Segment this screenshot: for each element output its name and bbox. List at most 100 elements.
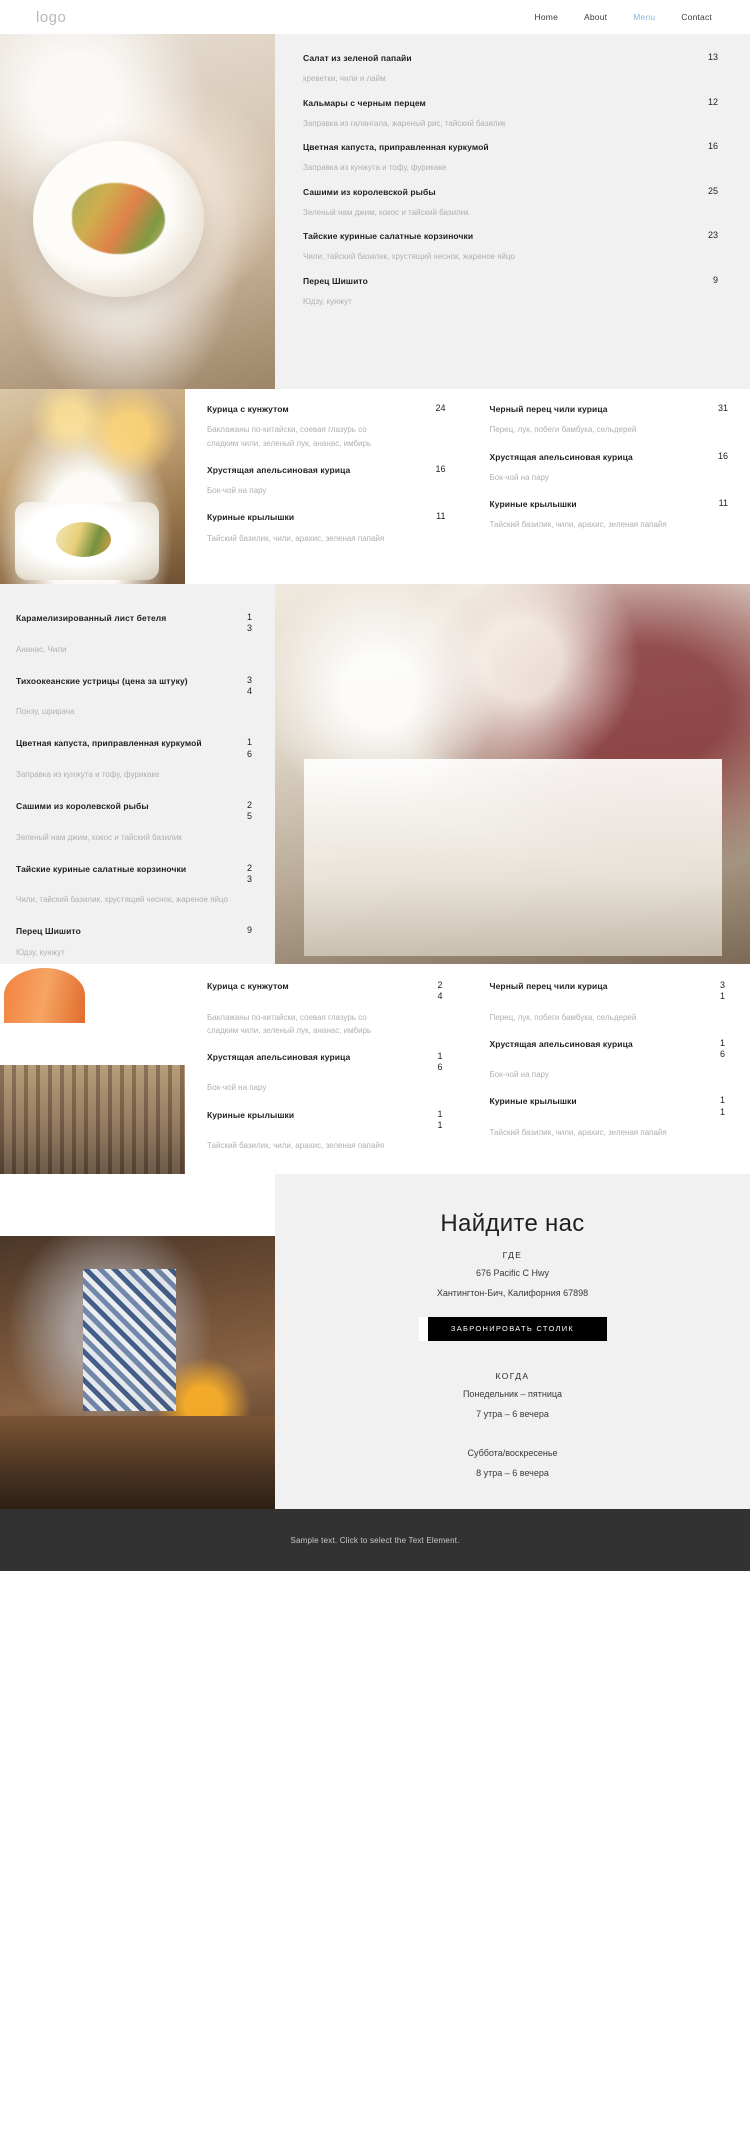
menu-list-raw-bar: Карамелизированный лист бетеля 13 Ананас… [0, 584, 275, 964]
menu-item[interactable]: Тайские куриные салатные корзиночки 23 Ч… [303, 230, 718, 264]
menu-item-head: Сашими из королевской рыбы 25 [16, 800, 253, 823]
menu-item-description: Перец, лук, побеги бамбука, сельдерей [489, 425, 637, 435]
menu-item[interactable]: Тайские куриные салатные корзиночки 23 Ч… [16, 863, 253, 907]
menu-item[interactable]: Тихоокеанские устрицы (цена за штуку) 34… [16, 675, 253, 719]
menu-item-name: Цветная капуста, приправленная куркумой [303, 142, 489, 152]
menu-item[interactable]: Хрустящая апельсиновая курица 16 Бок-чой… [490, 1038, 727, 1082]
menu-item[interactable]: Куриные крылышки 11 Тайский базилик, чил… [207, 511, 446, 545]
menu-item[interactable]: Кальмары с черным перцем 12 Заправка из … [303, 97, 718, 131]
menu-item-head: Хрустящая апельсиновая курица 16 [490, 451, 729, 463]
menu-item[interactable]: Хрустящая апельсиновая курица 16 Бок-чой… [490, 451, 729, 485]
menu-item[interactable]: Карамелизированный лист бетеля 13 Ананас… [16, 612, 253, 656]
menu-item-description: Заправка из кунжута и тофу, фурикаке [16, 769, 160, 779]
weekend-days: Суббота/воскресенье [467, 1447, 558, 1458]
menu-item-head: Черный перец чили курица 31 [490, 980, 727, 1003]
menu-item-price: 23 [707, 230, 718, 240]
menu-item-name: Салат из зеленой папайи [303, 53, 412, 63]
menu-item-description: Тайский базилик, чили, арахис, зеленая п… [207, 1141, 385, 1151]
address-line-1: 676 Pacific C Hwy [475, 1268, 550, 1278]
menu-item-head: Тайские куриные салатные корзиночки 23 [16, 863, 253, 886]
menu-item[interactable]: Цветная капуста, приправленная куркумой … [303, 141, 718, 175]
menu-item-name: Сашими из королевской рыбы [16, 801, 149, 812]
menu-item-head: Куриные крылышки 11 [207, 1109, 444, 1132]
photo-dining-table [0, 34, 275, 389]
nav-item-contact[interactable]: Contact [681, 12, 712, 22]
menu-section-starters: Салат из зеленой папайи 13 креветки, чил… [0, 34, 750, 389]
menu-item-head: Курица с кунжутом 24 [207, 403, 446, 415]
menu-item-price: 13 [707, 52, 718, 62]
menu-item-description: Заправка из галангала, жареный рис, тайс… [303, 118, 506, 128]
menu-item-price: 31 [720, 980, 726, 1002]
photo-bartender-serving [0, 1236, 275, 1509]
weekend-hours-block: Суббота/воскресенье 8 утра – 6 вечера [467, 1440, 557, 1481]
menu-item-price: 16 [707, 141, 718, 151]
menu-item[interactable]: Курица с кунжутом 24 Баклажаны по-китайс… [207, 403, 446, 450]
menu-list-starters: Салат из зеленой папайи 13 креветки, чил… [275, 34, 750, 389]
footer-sample-text[interactable]: Sample text. Click to select the Text El… [290, 1536, 459, 1545]
menu-item-head: Тайские куриные салатные корзиночки 23 [303, 230, 718, 242]
menu-item[interactable]: Салат из зеленой папайи 13 креветки, чил… [303, 52, 718, 86]
weekend-hours: 8 утра – 6 вечера [476, 1467, 549, 1478]
menu-item-head: Кальмары с черным перцем 12 [303, 97, 718, 109]
menu-item[interactable]: Черный перец чили курица 31 Перец, лук, … [490, 403, 729, 437]
menu-item-price: 11 [718, 498, 728, 508]
menu-item[interactable]: Черный перец чили курица 31 Перец, лук, … [490, 980, 727, 1024]
menu-item-head: Карамелизированный лист бетеля 13 [16, 612, 253, 635]
menu-item-description: Чили, тайский базилик, хрустящий чеснок,… [16, 895, 228, 905]
book-table-button[interactable]: ЗАБРОНИРОВАТЬ СТОЛИК [418, 1316, 607, 1341]
menu-item[interactable]: Сашими из королевской рыбы 25 Зеленый на… [303, 186, 718, 220]
menu-item[interactable]: Куриные крылышки 11 Тайский базилик, чил… [490, 498, 729, 532]
menu-item-head: Куриные крылышки 11 [490, 498, 729, 510]
menu-item[interactable]: Хрустящая апельсиновая курица 16 Бок-чой… [207, 1051, 444, 1095]
menu-item-name: Куриные крылышки [207, 1109, 295, 1120]
menu-item-name: Тихоокеанские устрицы (цена за штуку) [16, 675, 188, 686]
menu-item-price: 16 [720, 1037, 726, 1059]
menu-item-head: Черный перец чили курица 31 [490, 403, 729, 415]
menu-item-description: Зеленый нам джим, кокос и тайский базили… [303, 207, 469, 217]
menu-item-description: Баклажаны по-китайски, соевая глазурь со… [207, 425, 372, 448]
menu-item-head: Перец Шишито 9 [16, 925, 253, 937]
menu-item[interactable]: Курица с кунжутом 24 Баклажаны по-китайс… [207, 980, 444, 1037]
photo-beer-table [0, 389, 185, 584]
menu-item-name: Куриные крылышки [207, 512, 295, 523]
menu-item-head: Хрустящая апельсиновая курица 16 [207, 464, 446, 476]
photo-patio-terrace [0, 964, 185, 1174]
menu-item[interactable]: Куриные крылышки 11 Тайский базилик, чил… [207, 1109, 444, 1153]
menu-item-description: креветки, чили и лайм [303, 74, 386, 84]
menu-item[interactable]: Перец Шишито 9 Юдзу, кунжут [16, 925, 253, 959]
site-footer: Sample text. Click to select the Text El… [0, 1509, 750, 1571]
menu-item-price: 16 [717, 450, 728, 461]
menu-item[interactable]: Сашими из королевской рыбы 25 Зеленый на… [16, 800, 253, 844]
site-header: logo Home About Menu Contact [0, 0, 750, 34]
menu-item-price: 25 [707, 185, 718, 196]
menu-item-price: 16 [435, 463, 446, 474]
menu-item-head: Хрустящая апельсиновая курица 16 [490, 1038, 727, 1061]
menu-item-description: Чили, тайский базилик, хрустящий чеснок,… [303, 252, 515, 262]
menu-item[interactable]: Перец Шишито 9 Юдзу, кунжут [303, 275, 718, 309]
menu-item-description: Тайский базилик, чили, арахис, зеленая п… [207, 533, 385, 543]
menu-item-head: Курица с кунжутом 24 [207, 980, 444, 1003]
menu-item-name: Куриные крылышки [489, 499, 577, 509]
menu-item-name: Черный перец чили курица [489, 981, 608, 991]
menu-item-price: 16 [437, 1050, 443, 1073]
menu-item-price: 24 [435, 403, 446, 413]
menu-item-name: Перец Шишито [16, 926, 81, 937]
find-us-photo-wrap [0, 1174, 275, 1509]
nav-item-home[interactable]: Home [535, 12, 558, 22]
menu-item[interactable]: Куриные крылышки 11 Тайский базилик, чил… [490, 1095, 727, 1139]
menu-item-name: Карамелизированный лист бетеля [16, 613, 167, 623]
menu-item[interactable]: Хрустящая апельсиновая курица 16 Бок-чой… [207, 464, 446, 498]
find-us-info: Найдите нас ГДЕ 676 Pacific C Hwy Хантин… [275, 1174, 750, 1509]
menu-item-name: Черный перец чили курица [489, 404, 608, 414]
menu-item-description: Юдзу, кунжут [16, 947, 65, 957]
nav-item-menu[interactable]: Menu [633, 12, 655, 22]
menu-list-left: Курица с кунжутом 24 Баклажаны по-китайс… [185, 389, 468, 584]
menu-item-description: Понзу, шрирача [16, 707, 75, 717]
menu-item[interactable]: Цветная капуста, приправленная куркумой … [16, 737, 253, 781]
menu-item-description: Бок-чой на пару [207, 486, 267, 495]
nav-item-about[interactable]: About [584, 12, 607, 22]
hours-block: КОГДА Понедельник – пятница 7 утра – 6 в… [463, 1359, 562, 1422]
menu-item-price: 11 [437, 1108, 443, 1130]
site-logo[interactable]: logo [36, 9, 66, 26]
menu-item-name: Хрустящая апельсиновая курица [489, 451, 633, 462]
